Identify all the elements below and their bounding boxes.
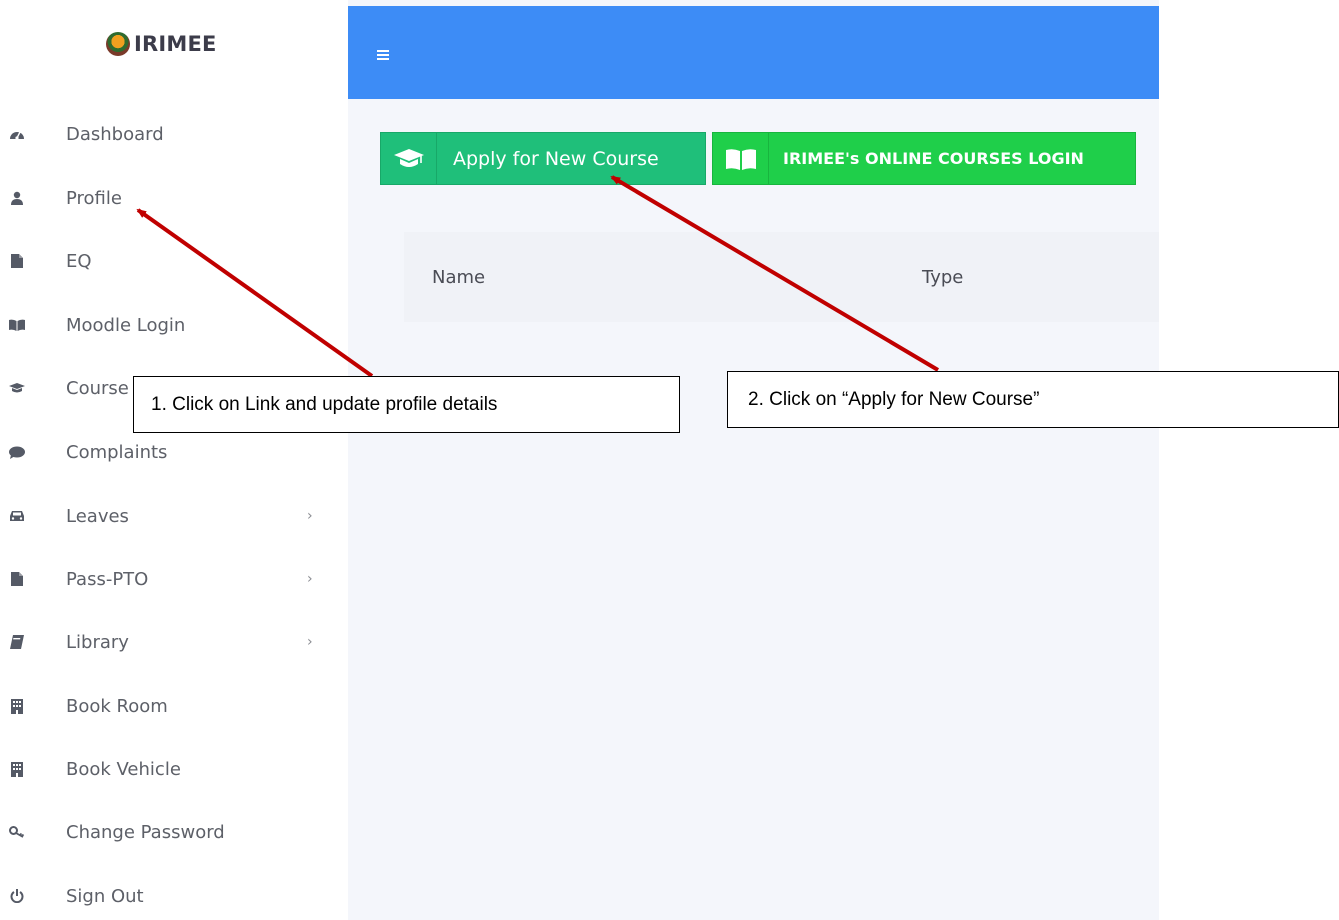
annotation-text: 1. Click on Link and update profile deta… (151, 393, 498, 415)
annotation-callout-profile: 1. Click on Link and update profile deta… (133, 376, 680, 433)
annotation-arrow-profile (136, 208, 374, 378)
annotation-arrows (136, 175, 940, 378)
annotation-callout-apply: 2. Click on “Apply for New Course” (727, 371, 1339, 428)
annotation-arrow-apply (610, 175, 940, 372)
annotation-text: 2. Click on “Apply for New Course” (748, 388, 1040, 410)
